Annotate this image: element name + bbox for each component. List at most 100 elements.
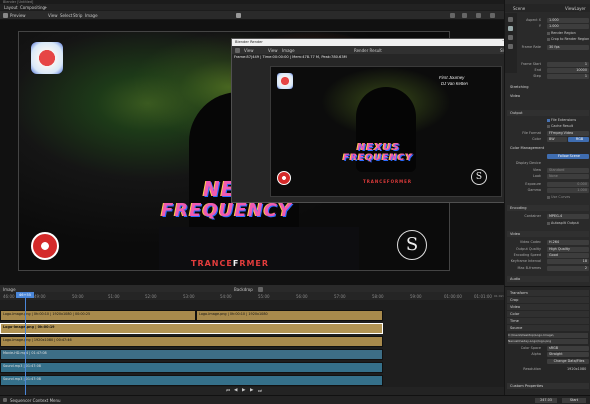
ruler-tick: 51:00	[108, 294, 120, 299]
menu-view[interactable]: View	[48, 13, 58, 18]
crop-region-toggle[interactable]: Crop to Render Region	[547, 37, 589, 41]
cache-result-toggle[interactable]: Cache Result	[547, 124, 573, 128]
encoding-speed-select[interactable]: Good	[547, 253, 589, 258]
encoding-section[interactable]: Encoding	[507, 205, 589, 211]
menu-image[interactable]: Image	[85, 13, 98, 18]
track-title: First Journey	[439, 75, 465, 80]
color-bw-button[interactable]: BW	[547, 137, 567, 142]
render-window[interactable]: Blender Render – □ × View View Image Ren…	[231, 38, 537, 203]
ruler-tick: 46:00	[3, 294, 15, 299]
ruler-tick: 57:00	[334, 294, 346, 299]
video-codec-select[interactable]: H.264	[547, 240, 589, 245]
video-panel[interactable]: Video	[507, 304, 589, 310]
play-icon[interactable]: ▶	[242, 388, 245, 393]
color-rgb-button[interactable]: RGB	[568, 137, 589, 142]
custom-properties-panel[interactable]: Custom Properties	[507, 383, 589, 389]
frame-step-field[interactable]: 1	[547, 74, 589, 79]
stretching-section[interactable]: Stretching	[507, 84, 589, 90]
tab-layout[interactable]: Layout	[4, 5, 18, 10]
color-management-section[interactable]: Color Management	[507, 145, 589, 151]
sound-strip[interactable]: Sound.mp3 | 01:47:08	[0, 375, 383, 386]
alpha-select[interactable]: Straight	[547, 352, 589, 357]
alpha-label: Alpha	[531, 352, 541, 356]
image-strip[interactable]: Logo-Image.png | 1920x1080 | 00:47:46	[0, 336, 383, 347]
container-select[interactable]: MPEG-4	[547, 214, 589, 219]
render-menu-view-2[interactable]: View	[268, 48, 278, 53]
time-panel[interactable]: Time	[507, 318, 589, 324]
preview-editor-icon[interactable]	[3, 13, 8, 18]
render-region-toggle[interactable]: Render Region	[547, 31, 576, 35]
prev-key-icon[interactable]: ◀	[234, 388, 237, 393]
playhead-line[interactable]	[25, 292, 26, 395]
scene-select[interactable]: Scene	[513, 6, 525, 11]
file-extensions-toggle[interactable]: File Extensions	[547, 118, 576, 122]
frame-rate-select[interactable]: 30 fps	[547, 45, 589, 50]
menu-strip[interactable]: Strip	[73, 13, 82, 18]
source-panel[interactable]: Source	[507, 325, 589, 331]
add-workspace-button[interactable]: +	[44, 5, 47, 10]
filter-icon[interactable]	[258, 286, 263, 292]
view-transform-label: View	[532, 168, 541, 172]
movie-strip[interactable]: Movie-HD.mp4 | 01:47:08	[0, 349, 383, 360]
output-quality-label: Output Quality	[516, 247, 541, 251]
frame-start-field[interactable]: 1	[547, 62, 589, 67]
render-result-select[interactable]: Render Result	[354, 48, 382, 53]
autosplit-toggle[interactable]: Autosplit Output	[547, 221, 579, 225]
ruler-tick: 52:00	[145, 294, 157, 299]
change-data-button[interactable]: Change Data/Files	[547, 359, 589, 364]
keyframe-interval-field[interactable]: 18	[547, 259, 589, 264]
image-strip[interactable]: Logo-Image.png | 0h:00:10 | 1920x1080	[196, 310, 383, 321]
video-section[interactable]: Video	[507, 231, 589, 237]
transform-panel[interactable]: Transform	[507, 290, 589, 296]
look-label: Look	[533, 174, 541, 178]
use-curves-toggle[interactable]: Use Curves	[547, 195, 570, 199]
color-space-select[interactable]: sRGB	[547, 346, 589, 351]
aspect-y-field[interactable]: 1.000	[547, 24, 589, 29]
image-editor-icon[interactable]	[235, 47, 240, 53]
frequency-word: FREQUENCY	[343, 153, 413, 163]
output-quality-select[interactable]: High Quality	[547, 247, 589, 252]
preview-mode-select[interactable]: Preview	[10, 13, 26, 18]
strip-sidebar: Transform Crop Video Color Time Source C…	[505, 286, 590, 395]
follow-scene-button[interactable]: Follow Scene	[547, 154, 589, 159]
image-strip-selected[interactable]: Logo-Image.png | 0h:00:19	[0, 323, 383, 334]
gamma-field[interactable]: 1.000	[547, 188, 589, 193]
frame-current-field[interactable]: 247.03	[535, 397, 557, 403]
jump-end-icon[interactable]: ⏭	[258, 388, 262, 394]
max-b-frames-field[interactable]: 2	[547, 266, 589, 271]
time-ruler[interactable]: 46:00 49:00 50:00 51:00 52:00 53:00 54:0…	[0, 292, 507, 300]
render-menu-image[interactable]: Image	[282, 48, 295, 53]
image-strip[interactable]: Logo-Image.png | 0h:00:10 | 1920x1080 | …	[0, 310, 196, 321]
frame-end-field[interactable]: 10000	[547, 68, 589, 73]
source-file-field[interactable]: NexusOneday-Logo/logo.png	[508, 339, 588, 344]
aspect-x-field[interactable]: 1.000	[547, 18, 589, 23]
source-directory-field[interactable]: C:\Users\Desktop\Logo-Image\	[508, 333, 588, 338]
video-subsection[interactable]: Video	[507, 93, 589, 99]
render-window-titlebar[interactable]: Blender Render – □ ×	[232, 39, 536, 46]
file-format-select[interactable]: FFmpeg Video	[547, 131, 589, 136]
view-transform-select[interactable]: Standard	[547, 168, 589, 173]
view-layer-select[interactable]: ViewLayer	[565, 6, 586, 11]
overlay-icon[interactable]	[462, 13, 467, 18]
resolution-value: 1920x1080	[567, 367, 587, 371]
start-button[interactable]: Start	[562, 397, 586, 403]
playhead-frame[interactable]: 46+55	[16, 292, 34, 298]
look-select[interactable]: None	[547, 174, 589, 179]
display-channel-icon[interactable]	[450, 13, 455, 18]
pivot-icon[interactable]	[236, 13, 241, 18]
next-key-icon[interactable]: ▶	[250, 388, 253, 393]
exposure-field[interactable]: 0.000	[547, 182, 589, 187]
crop-panel[interactable]: Crop	[507, 297, 589, 303]
audio-section[interactable]: Audio	[507, 276, 589, 282]
menu-select[interactable]: Select	[60, 13, 72, 18]
camera-icon[interactable]	[490, 13, 495, 18]
red-emblem-logo	[277, 171, 291, 185]
sound-strip[interactable]: Sound.mp3 | 01:47:08	[0, 362, 383, 373]
gizmo-icon[interactable]	[476, 13, 481, 18]
tab-compositing[interactable]: Compositing	[20, 5, 45, 10]
sequencer-timeline[interactable]: Logo-Image.png | 0h:00:10 | 1920x1080 | …	[0, 300, 504, 395]
render-menu-view[interactable]: View	[244, 48, 254, 53]
color-panel[interactable]: Color	[507, 311, 589, 317]
jump-start-icon[interactable]: ⏮	[226, 388, 230, 394]
output-section[interactable]: Output	[507, 110, 589, 116]
